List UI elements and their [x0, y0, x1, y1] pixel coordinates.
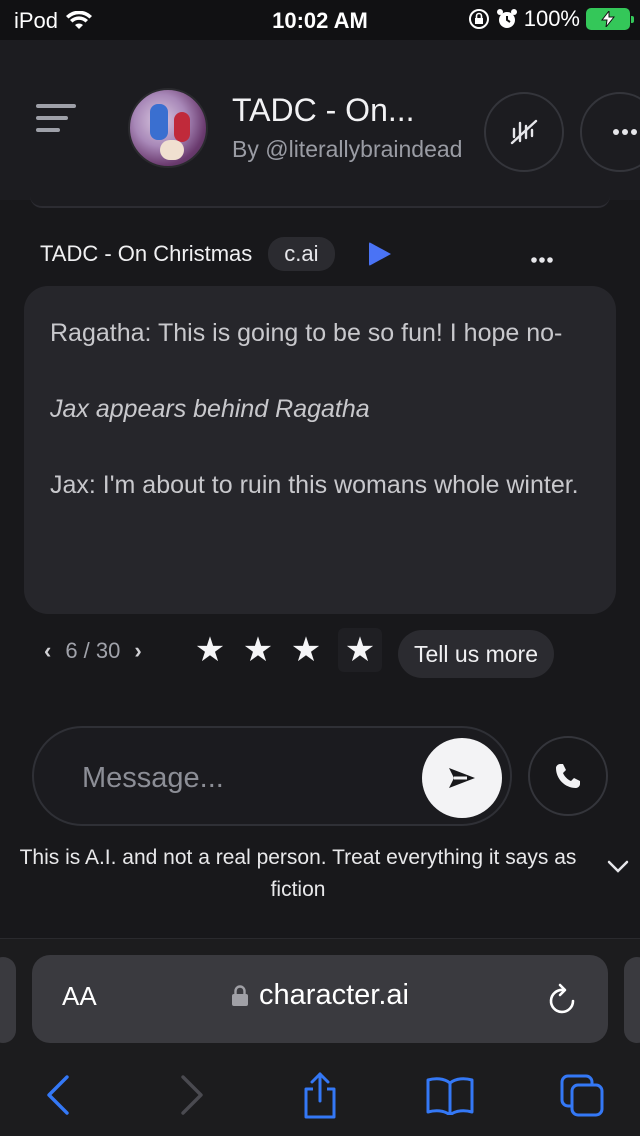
play-icon[interactable]: [368, 242, 391, 266]
phone-icon: [556, 764, 580, 788]
forward-arrow-icon: [181, 1075, 203, 1115]
message-more-button[interactable]: [530, 244, 554, 270]
mute-icon: [510, 119, 538, 145]
lock-icon: [232, 985, 249, 1007]
swipe-pager: ‹ 6 / 30 ›: [44, 638, 142, 664]
url-display[interactable]: character.ai: [32, 979, 608, 1012]
more-icon: [613, 129, 637, 135]
share-icon: [304, 1072, 336, 1119]
menu-button[interactable]: [36, 104, 76, 134]
url-text: character.ai: [259, 979, 409, 1011]
character-title[interactable]: TADC - On...: [232, 92, 415, 129]
tabs-button[interactable]: [552, 1067, 612, 1123]
book-icon: [426, 1077, 474, 1115]
star-icon[interactable]: ★: [242, 628, 274, 672]
send-button[interactable]: [422, 738, 502, 818]
call-button[interactable]: [528, 736, 608, 816]
browser-toolbar: AA character.ai: [0, 938, 640, 1136]
ai-disclaimer: This is A.I. and not a real person. Trea…: [19, 846, 577, 901]
back-button[interactable]: [28, 1067, 88, 1123]
rotation-lock-icon: [468, 9, 489, 29]
forward-button[interactable]: [162, 1067, 222, 1123]
star-rating: ★ ★ ★ ★: [194, 628, 382, 672]
more-icon: [531, 257, 553, 263]
star-icon[interactable]: ★: [290, 628, 322, 672]
message-text: Jax: I'm about to ruin this womans whole…: [50, 471, 579, 499]
battery-icon: [586, 8, 634, 30]
address-bar[interactable]: AA character.ai: [32, 955, 608, 1043]
next-tab-edge[interactable]: [624, 957, 640, 1043]
tabs-icon: [560, 1074, 604, 1117]
previous-tab-edge[interactable]: [0, 957, 16, 1043]
chevron-left-icon[interactable]: ‹: [44, 638, 51, 664]
message-text: Ragatha: This is going to be so fun! I h…: [50, 319, 563, 347]
star-icon[interactable]: ★: [194, 628, 226, 672]
pager-count: 6 / 30: [65, 638, 121, 663]
bookmarks-button[interactable]: [420, 1067, 480, 1123]
browser-nav-row: [0, 1063, 640, 1123]
message-action-text: Jax appears behind Ragatha: [50, 395, 370, 423]
status-bar: iPod 10:02 AM 100%: [0, 0, 640, 40]
share-button[interactable]: [290, 1067, 350, 1123]
rating-row: ‹ 6 / 30 › ★ ★ ★ ★ Tell us more: [44, 628, 604, 678]
alarm-icon: [496, 9, 517, 28]
status-right: 100%: [468, 6, 634, 32]
more-options-button[interactable]: [580, 92, 640, 172]
character-avatar[interactable]: [128, 88, 208, 168]
back-arrow-icon: [47, 1075, 69, 1115]
tell-us-more-button[interactable]: Tell us more: [398, 630, 554, 678]
previous-message-edge: [30, 196, 610, 208]
reload-icon[interactable]: [546, 981, 580, 1017]
chat-header: TADC - On... By @literallybraindead: [0, 40, 640, 200]
star-icon[interactable]: ★: [338, 628, 382, 672]
menu-icon: [36, 104, 76, 108]
message-meta: TADC - On Christmas c.ai: [40, 236, 391, 272]
chevron-right-icon[interactable]: ›: [134, 638, 141, 664]
mute-voice-button[interactable]: [484, 92, 564, 172]
chevron-down-icon[interactable]: [606, 858, 630, 879]
cai-badge: c.ai: [268, 237, 335, 271]
message-input-container: [32, 726, 512, 826]
send-icon: [449, 768, 475, 788]
character-author[interactable]: By @literallybraindead: [232, 136, 462, 163]
message-bubble: Ragatha: This is going to be so fun! I h…: [24, 286, 616, 614]
battery-percent: 100%: [523, 6, 580, 31]
message-input[interactable]: [82, 756, 412, 800]
message-author: TADC - On Christmas: [40, 241, 253, 266]
